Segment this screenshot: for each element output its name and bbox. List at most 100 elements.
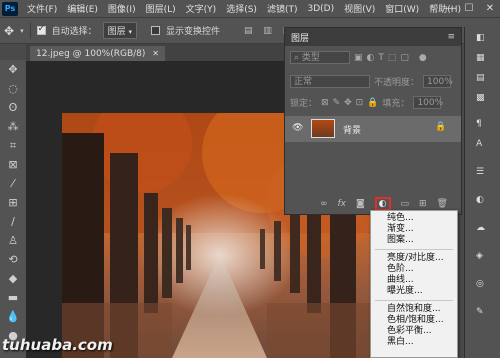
menu-edit[interactable]: 编辑(E) bbox=[62, 2, 103, 15]
show-transform-checkbox[interactable] bbox=[151, 26, 160, 35]
layer-name[interactable]: 背景 bbox=[343, 123, 361, 136]
menu-filter[interactable]: 滤镜(T) bbox=[262, 2, 303, 15]
menu-view[interactable]: 视图(V) bbox=[339, 2, 380, 15]
filter-kind-dropdown[interactable]: ⌕ 类型 bbox=[290, 51, 350, 64]
properties-icon[interactable]: ☰ bbox=[476, 167, 484, 177]
filter-kind-value: 类型 bbox=[301, 53, 320, 63]
layer-row-background[interactable]: 👁 背景 🔒 bbox=[285, 116, 461, 142]
move-tool-icon[interactable]: ✥ bbox=[0, 60, 26, 79]
chevron-down-icon: ▾ bbox=[128, 28, 132, 36]
layers-icon[interactable]: ◈ bbox=[476, 251, 483, 261]
eraser-tool-icon[interactable]: ◆ bbox=[0, 269, 26, 288]
adjustment-filter-icon[interactable]: ◐ bbox=[367, 53, 375, 63]
adjustments-icon[interactable]: ◐ bbox=[476, 195, 484, 205]
document-tab[interactable]: 12.jpeg @ 100%(RGB/8) ✕ bbox=[30, 46, 165, 61]
lock-position-icon[interactable]: ✥ bbox=[344, 98, 352, 108]
new-layer-icon[interactable]: ⊞ bbox=[419, 199, 427, 209]
menu-pattern[interactable]: 图案... bbox=[371, 235, 457, 246]
blur-tool-icon[interactable]: 💧 bbox=[0, 307, 26, 326]
auto-select-checkbox[interactable] bbox=[36, 24, 46, 35]
brush-tool-icon[interactable]: ∕ bbox=[0, 212, 26, 231]
tool-preset-dropdown-icon[interactable]: ▾ bbox=[20, 27, 24, 35]
menu-3d[interactable]: 3D(D) bbox=[302, 4, 339, 14]
layers-panel-header: 图层 ≡ bbox=[285, 28, 461, 46]
menu-curves[interactable]: 曲线... bbox=[371, 275, 457, 286]
marquee-tool-icon[interactable]: ◌ bbox=[0, 79, 26, 98]
filter-toggle-icon[interactable]: ● bbox=[419, 53, 427, 63]
menu-layer[interactable]: 图层(L) bbox=[141, 2, 181, 15]
close-window-button[interactable]: ✕ bbox=[482, 0, 498, 17]
quick-selection-icon[interactable]: ⁂ bbox=[0, 117, 26, 136]
paths-icon[interactable]: ✎ bbox=[476, 307, 484, 317]
add-mask-icon[interactable]: ◙ bbox=[356, 199, 365, 209]
history-brush-icon[interactable]: ⟲ bbox=[0, 250, 26, 269]
shape-filter-icon[interactable]: ⬚ bbox=[388, 53, 397, 63]
menu-type[interactable]: 文字(Y) bbox=[181, 2, 222, 15]
character-icon[interactable]: A bbox=[476, 139, 482, 149]
paragraph-icon[interactable]: ¶ bbox=[476, 119, 482, 129]
menu-color-balance[interactable]: 色彩平衡... bbox=[371, 326, 457, 337]
auto-select-label: 自动选择： bbox=[51, 27, 97, 37]
fill-input[interactable]: 100% bbox=[413, 96, 443, 109]
opacity-input[interactable]: 100% bbox=[423, 75, 453, 88]
menu-solid-color[interactable]: 纯色... bbox=[371, 213, 457, 224]
clone-stamp-icon[interactable]: ♙ bbox=[0, 231, 26, 250]
auto-select-value: 图层 bbox=[107, 27, 126, 37]
move-tool-icon[interactable]: ✥ bbox=[4, 24, 14, 38]
lock-image-icon[interactable]: ✎ bbox=[333, 98, 341, 108]
gradients-icon[interactable]: ▤ bbox=[476, 73, 485, 83]
menu-image[interactable]: 图像(I) bbox=[103, 2, 141, 15]
blend-mode-value: 正常 bbox=[294, 77, 313, 87]
auto-select-dropdown[interactable]: 图层 ▾ bbox=[102, 22, 137, 39]
menu-gradient[interactable]: 渐变... bbox=[371, 224, 457, 235]
new-group-icon[interactable]: ▭ bbox=[401, 199, 410, 209]
menu-file[interactable]: 文件(F) bbox=[22, 2, 62, 15]
document-tab-title: 12.jpeg @ 100%(RGB/8) bbox=[36, 49, 146, 59]
gradient-tool-icon[interactable]: ▬ bbox=[0, 288, 26, 307]
add-layer-style-button[interactable]: fx bbox=[337, 199, 346, 209]
lasso-tool-icon[interactable]: ʘ bbox=[0, 98, 26, 117]
divider bbox=[29, 22, 31, 39]
menu-levels[interactable]: 色阶... bbox=[371, 264, 457, 275]
right-dock: ◧ ▦ ▤ ▩ ¶ A ☰ ◐ ☁ ◈ ◎ ✎ bbox=[464, 27, 500, 358]
photoshop-logo[interactable]: Ps bbox=[2, 1, 18, 16]
menu-bar: Ps 文件(F) 编辑(E) 图像(I) 图层(L) 文字(Y) 选择(S) 滤… bbox=[0, 0, 500, 17]
eyedropper-icon[interactable]: ⁄ bbox=[0, 174, 26, 193]
visibility-eye-icon[interactable]: 👁 bbox=[292, 123, 303, 133]
pixel-filter-icon[interactable]: ▣ bbox=[354, 53, 363, 63]
link-layers-icon[interactable]: ∞ bbox=[320, 199, 328, 209]
color-icon[interactable]: ◧ bbox=[476, 33, 485, 43]
patterns-icon[interactable]: ▩ bbox=[476, 93, 485, 103]
fill-label: 填充： bbox=[382, 99, 410, 109]
menu-exposure[interactable]: 曝光度... bbox=[371, 286, 457, 297]
panel-menu-icon[interactable]: ≡ bbox=[447, 32, 455, 42]
close-tab-icon[interactable]: ✕ bbox=[152, 49, 159, 58]
lock-artboard-icon[interactable]: ⊡ bbox=[356, 98, 364, 108]
libraries-icon[interactable]: ☁ bbox=[476, 223, 485, 233]
restore-button[interactable]: ☐ bbox=[461, 0, 477, 17]
type-filter-icon[interactable]: T bbox=[378, 53, 384, 63]
crop-tool-icon[interactable]: ⌗ bbox=[0, 136, 26, 155]
menu-hue-saturation[interactable]: 色相/饱和度... bbox=[371, 315, 457, 326]
layer-lock-icon: 🔒 bbox=[435, 122, 447, 132]
smart-object-filter-icon[interactable]: ▢ bbox=[400, 53, 409, 63]
menu-brightness-contrast[interactable]: 亮度/对比度... bbox=[371, 253, 457, 264]
lock-all-icon[interactable]: 🔒 bbox=[367, 98, 378, 108]
delete-layer-icon[interactable]: 🗑 bbox=[437, 199, 448, 209]
layer-thumbnail[interactable] bbox=[311, 119, 335, 138]
frame-tool-icon[interactable]: ⊠ bbox=[0, 155, 26, 174]
swatches-icon[interactable]: ▦ bbox=[476, 53, 485, 63]
healing-brush-icon[interactable]: ⊞ bbox=[0, 193, 26, 212]
menu-black-white[interactable]: 黑白... bbox=[371, 337, 457, 348]
minimize-button[interactable]: — bbox=[440, 0, 456, 17]
menu-select[interactable]: 选择(S) bbox=[221, 2, 262, 15]
filter-row: ⌕ 类型 ▣ ◐ T ⬚ ▢ ● bbox=[285, 51, 461, 64]
menu-vibrance[interactable]: 自然饱和度... bbox=[371, 304, 457, 315]
layers-panel-title[interactable]: 图层 bbox=[291, 31, 309, 44]
lock-transparent-icon[interactable]: ⊠ bbox=[321, 98, 329, 108]
menu-window[interactable]: 窗口(W) bbox=[380, 2, 424, 15]
tools-panel: ✥ ◌ ʘ ⁂ ⌗ ⊠ ⁄ ⊞ ∕ ♙ ⟲ ◆ ▬ 💧 ● bbox=[0, 60, 26, 358]
blend-mode-dropdown[interactable]: 正常 bbox=[290, 75, 370, 88]
channels-icon[interactable]: ◎ bbox=[476, 279, 484, 289]
new-adjustment-layer-button[interactable]: ◐ bbox=[374, 196, 391, 211]
